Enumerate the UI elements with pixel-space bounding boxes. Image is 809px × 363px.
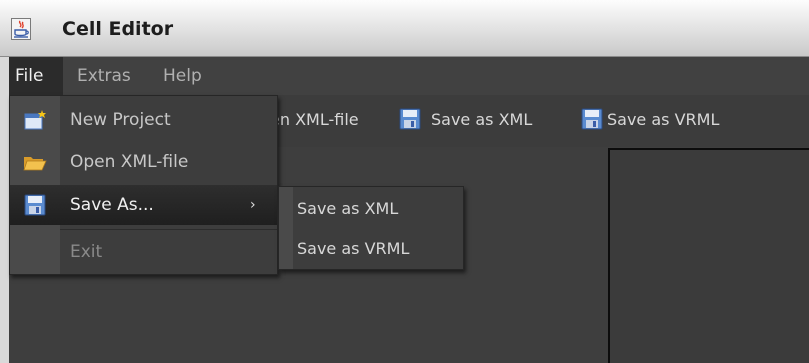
save-as-submenu: Save as XML Save as VRML — [278, 186, 464, 270]
save-vrml-toolbar-button[interactable]: Save as VRML — [571, 107, 719, 133]
floppy-disk-icon — [24, 194, 46, 216]
floppy-disk-icon — [581, 108, 603, 130]
floppy-disk-icon — [399, 108, 421, 130]
menu-bar: File Extras Help — [9, 57, 809, 95]
menu-item-open-xml[interactable]: Open XML-file — [10, 141, 277, 183]
save-xml-toolbar-button[interactable]: Save as XML — [399, 107, 532, 133]
open-xml-toolbar-button[interactable]: en XML-file — [270, 107, 359, 133]
save-xml-toolbar-label: Save as XML — [431, 110, 533, 129]
menu-help[interactable]: Help — [155, 57, 210, 95]
java-cup-icon — [11, 18, 31, 40]
window-left-edge — [0, 57, 9, 363]
submenu-item-save-xml[interactable]: Save as XML — [297, 189, 398, 229]
title-bar: Cell Editor — [0, 0, 809, 57]
menu-item-exit[interactable]: Exit — [10, 231, 277, 273]
menu-separator — [60, 229, 277, 230]
window-title: Cell Editor — [62, 18, 174, 40]
menu-item-new-project[interactable]: New Project — [10, 99, 277, 141]
menu-item-label: New Project — [70, 110, 171, 130]
new-project-icon — [24, 110, 46, 130]
menu-item-label: Open XML-file — [70, 152, 189, 172]
menu-extras[interactable]: Extras — [69, 57, 139, 95]
canvas-panel[interactable] — [608, 148, 809, 363]
submenu-gutter — [279, 187, 293, 269]
menu-item-label: Exit — [70, 242, 103, 262]
file-dropdown-menu: New Project Open XML-file Save As... › E… — [9, 95, 278, 275]
menu-file[interactable]: File — [9, 57, 63, 95]
submenu-item-save-vrml[interactable]: Save as VRML — [297, 229, 409, 269]
save-vrml-toolbar-label: Save as VRML — [607, 110, 720, 129]
open-folder-icon — [23, 157, 47, 171]
submenu-arrow-icon: › — [250, 197, 256, 213]
menu-item-label: Save As... — [70, 195, 154, 215]
menu-item-save-as[interactable]: Save As... › — [10, 185, 277, 225]
